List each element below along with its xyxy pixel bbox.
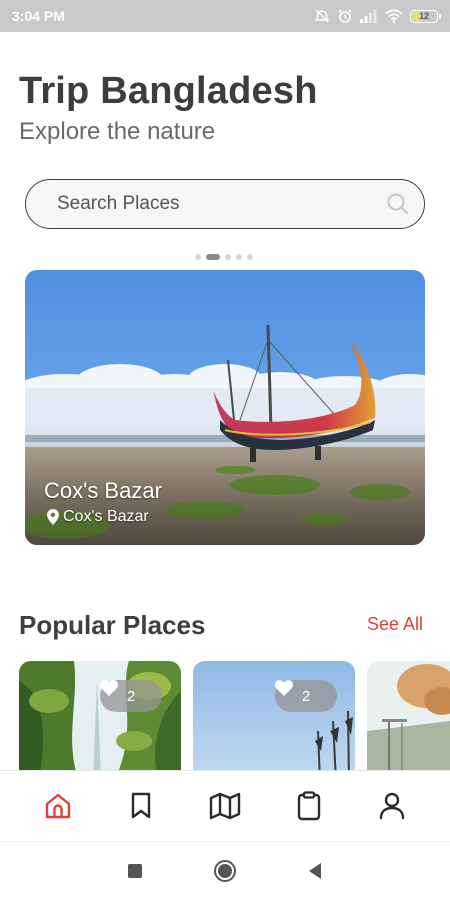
popular-place-card[interactable]: 2 <box>19 661 181 781</box>
status-time: 3:04 PM <box>12 8 65 24</box>
like-count: 2 <box>301 687 311 705</box>
recents-button[interactable] <box>127 863 143 879</box>
place-image <box>193 661 355 781</box>
wifi-icon <box>385 9 403 23</box>
system-nav-bar <box>0 841 450 900</box>
like-badge[interactable]: 2 <box>100 680 162 712</box>
bookmark-icon[interactable] <box>129 792 153 820</box>
featured-place-card[interactable]: Cox's Bazar Cox's Bazar <box>25 270 425 545</box>
carousel-dot[interactable] <box>247 254 253 260</box>
carousel-dot[interactable] <box>195 254 201 260</box>
search-bar[interactable] <box>25 179 425 229</box>
page-title: Trip Bangladesh <box>19 70 318 112</box>
signal-icon <box>360 10 377 23</box>
home-button[interactable] <box>213 859 237 883</box>
nav-bookmarks[interactable] <box>116 781 166 831</box>
status-icons: 12 <box>314 8 441 24</box>
back-button[interactable] <box>307 862 323 880</box>
alarm-off-icon <box>314 9 330 23</box>
nav-map[interactable] <box>200 781 250 831</box>
location-pin-icon <box>47 509 59 525</box>
alarm-icon <box>338 9 352 23</box>
nav-profile[interactable] <box>367 781 417 831</box>
heart-icon <box>275 680 293 696</box>
search-icon[interactable] <box>386 192 410 216</box>
search-input[interactable] <box>57 193 386 215</box>
popular-place-card[interactable] <box>367 661 450 781</box>
featured-place-name: Cox's Bazar <box>44 478 162 503</box>
battery-icon: 12 <box>410 9 441 23</box>
featured-place-location-label: Cox's Bazar <box>63 508 149 525</box>
section-title-popular: Popular Places <box>19 610 206 640</box>
page-subtitle: Explore the nature <box>19 118 216 145</box>
like-badge[interactable]: 2 <box>275 680 337 712</box>
see-all-link[interactable]: See All <box>367 614 423 635</box>
profile-icon[interactable] <box>379 792 405 820</box>
status-bar: 3:04 PM 12 <box>0 0 450 32</box>
carousel-dot[interactable] <box>236 254 242 260</box>
carousel-dot-active[interactable] <box>206 254 220 260</box>
popular-place-card[interactable]: 2 <box>193 661 355 781</box>
clipboard-icon[interactable] <box>297 791 321 821</box>
battery-level: 12 <box>418 11 429 21</box>
nav-clipboard[interactable] <box>284 781 334 831</box>
carousel-indicator <box>195 254 253 260</box>
place-image <box>367 661 450 781</box>
carousel-dot[interactable] <box>225 254 231 260</box>
heart-icon <box>100 680 118 696</box>
app-screen: 3:04 PM 12 Trip Bangladesh Explore the n… <box>0 0 450 900</box>
bottom-nav <box>0 770 450 841</box>
place-image <box>19 661 181 781</box>
nav-home[interactable] <box>33 781 83 831</box>
featured-place-location: Cox's Bazar <box>47 508 149 526</box>
like-count: 2 <box>126 687 136 705</box>
home-icon[interactable] <box>44 792 72 820</box>
map-icon[interactable] <box>209 792 241 820</box>
